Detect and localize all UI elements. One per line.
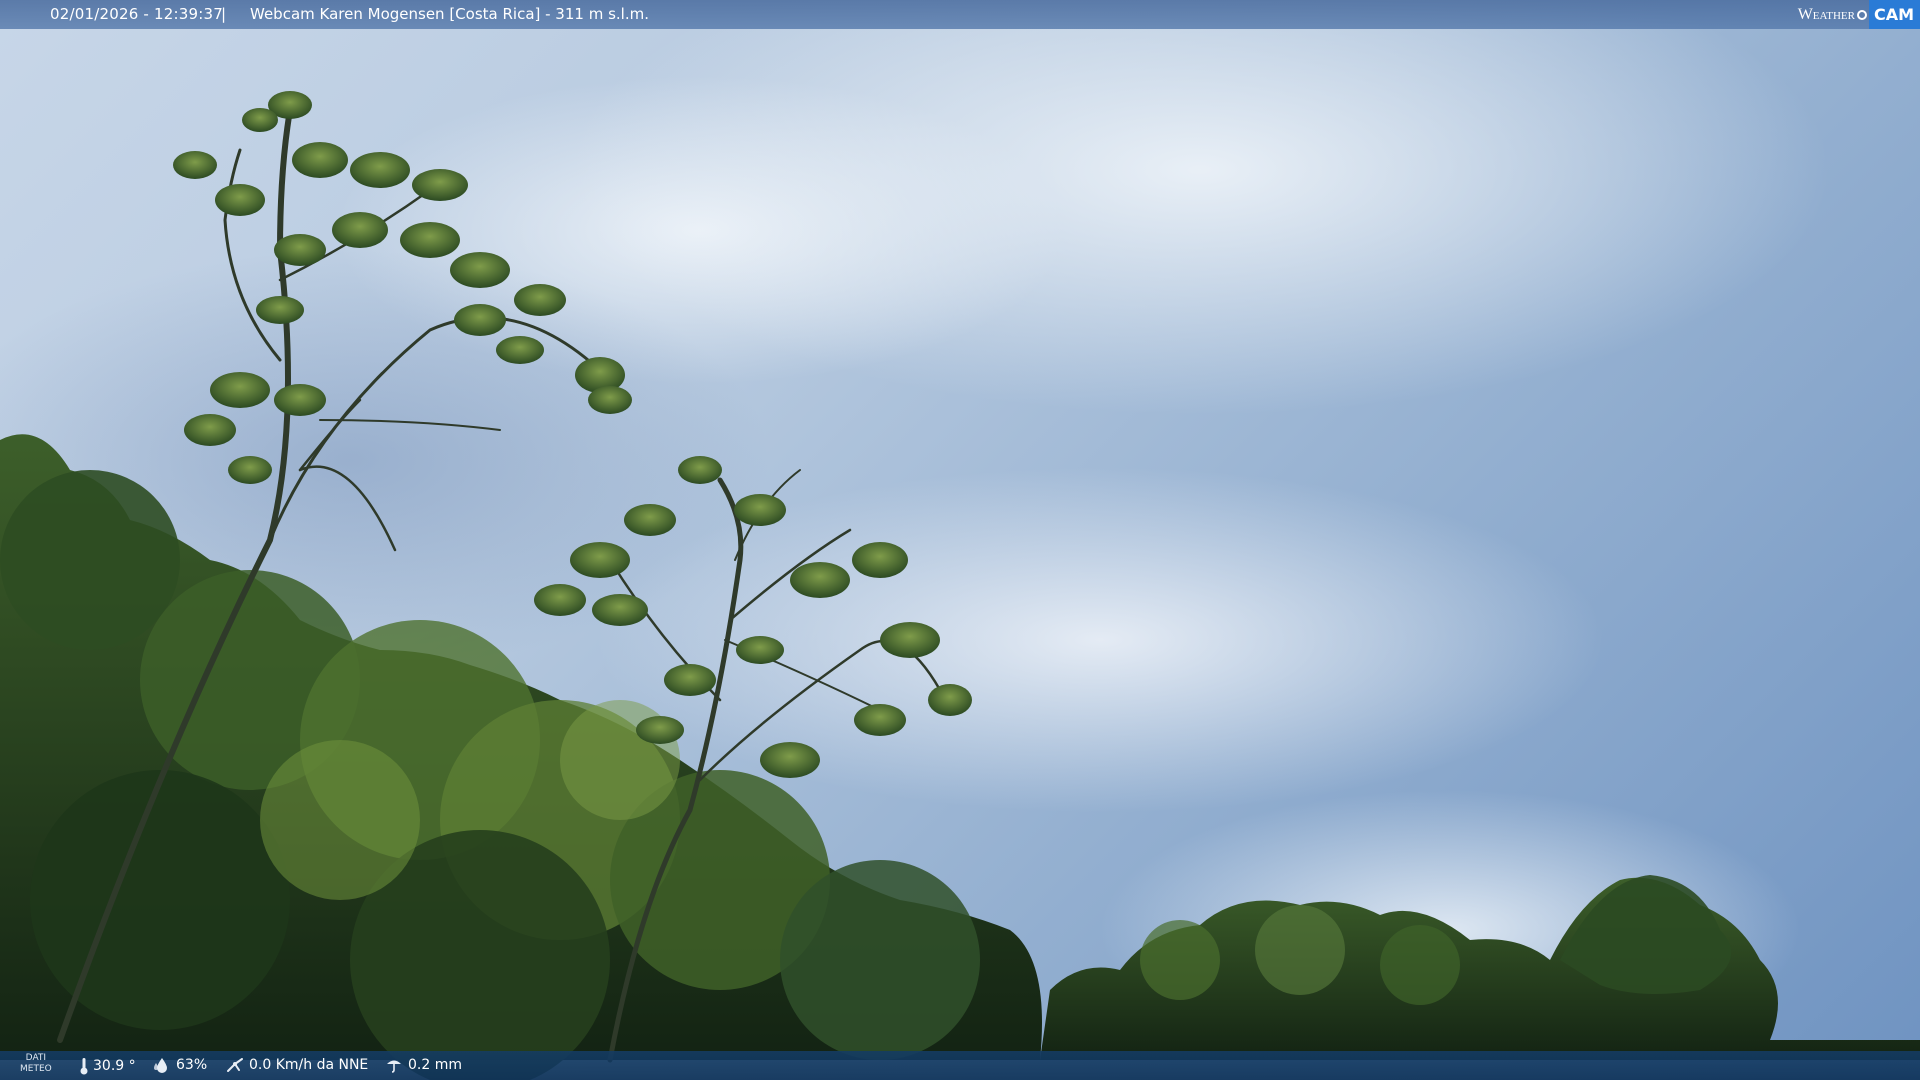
logo-ring-icon xyxy=(1856,9,1867,20)
humidity-value: 63% xyxy=(176,1057,208,1073)
humidity-reading: 63% xyxy=(153,1057,207,1073)
header-separator: | xyxy=(221,5,227,23)
meteo-label: METEO xyxy=(20,1064,52,1074)
dati-label: DATI xyxy=(25,1053,47,1063)
rain-reading: 0.2 mm xyxy=(385,1057,462,1073)
temperature-reading: 30.9 ° xyxy=(80,1057,136,1075)
logo-word: Weather xyxy=(1797,5,1855,23)
wind-value: 0.0 Km/h da NNE xyxy=(249,1057,369,1073)
thermometer-icon xyxy=(80,1058,88,1075)
tall-tree-leaves xyxy=(173,91,632,484)
webcam-title: Webcam Karen Mogensen [Costa Rica] - 311… xyxy=(250,5,649,23)
left-forest xyxy=(0,434,1042,1080)
weather-data-bar: DATI METEO 30.9 ° 63% 0.0 Km/h da NNE 0.… xyxy=(0,1051,1920,1080)
rain-value: 0.2 mm xyxy=(408,1057,462,1073)
right-treeline xyxy=(1040,875,1920,1060)
wind-reading: 0.0 Km/h da NNE xyxy=(226,1057,368,1073)
rain-gauge-icon xyxy=(387,1060,401,1073)
dati-meteo-label: DATI METEO xyxy=(20,1053,52,1075)
weathercam-logo: Weather CAM xyxy=(1798,0,1920,29)
logo-cam: CAM xyxy=(1868,0,1920,29)
wind-icon xyxy=(227,1058,243,1072)
humidity-drop-icon xyxy=(154,1058,167,1073)
capture-datetime: 02/01/2026 - 12:39:37 xyxy=(50,5,223,23)
vegetation xyxy=(0,91,1920,1080)
webcam-header-bar: 02/01/2026 - 12:39:37 | Webcam Karen Mog… xyxy=(0,0,1920,29)
temperature-value: 30.9 ° xyxy=(93,1058,136,1074)
webcam-image xyxy=(0,0,1920,1080)
